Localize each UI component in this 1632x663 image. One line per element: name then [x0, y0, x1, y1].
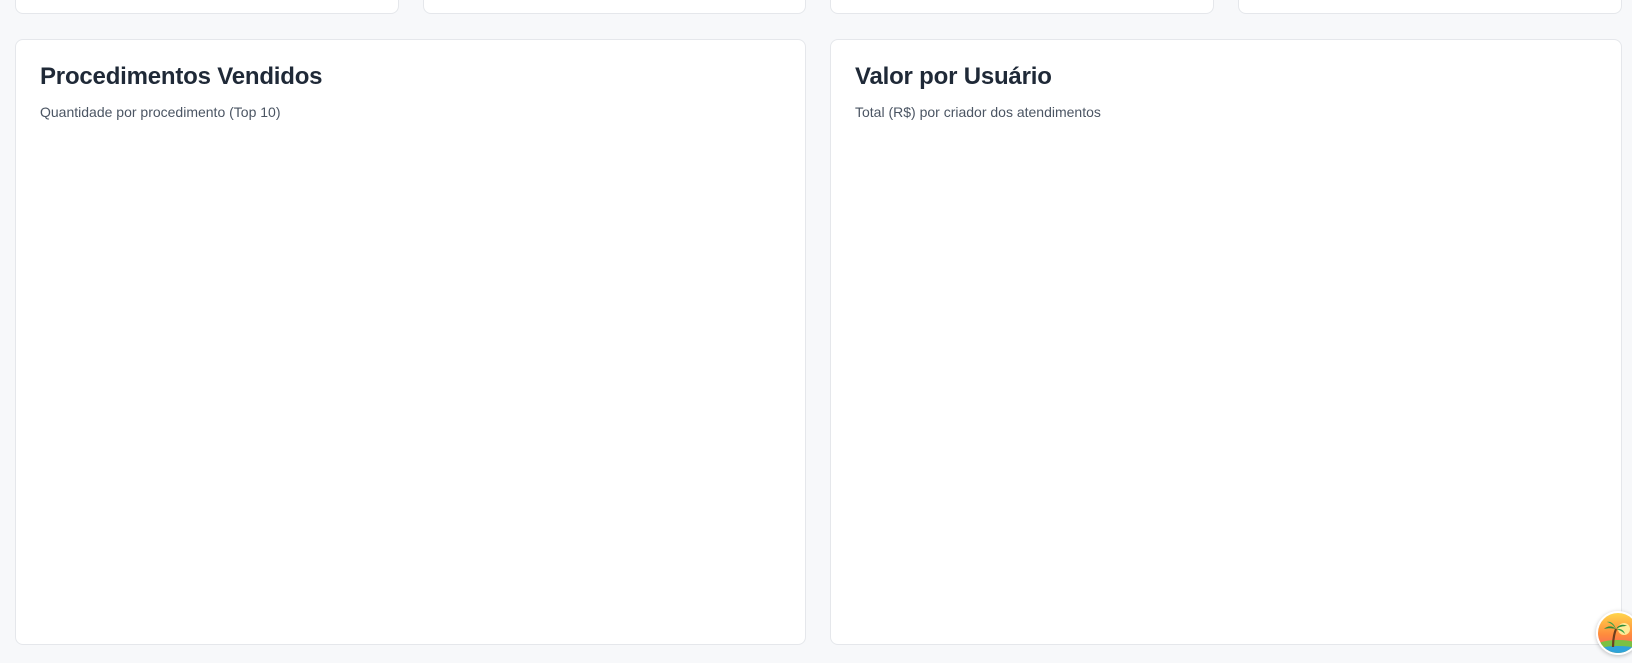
stat-card-1 — [15, 0, 399, 14]
stat-card-4 — [1238, 0, 1622, 14]
stat-card-2 — [423, 0, 806, 14]
stat-card-3 — [830, 0, 1214, 14]
panel-subtitle: Total (R$) por criador dos atendimentos — [855, 104, 1101, 120]
panel-title: Valor por Usuário — [855, 63, 1052, 90]
procedures-chart-area — [40, 140, 781, 624]
value-per-user-panel: Valor por Usuário Total (R$) por criador… — [830, 39, 1622, 645]
procedures-sold-panel: Procedimentos Vendidos Quantidade por pr… — [15, 39, 806, 645]
beach-palm-avatar-icon[interactable] — [1596, 611, 1632, 655]
panel-subtitle: Quantidade por procedimento (Top 10) — [40, 104, 281, 120]
dashboard-page: Procedimentos Vendidos Quantidade por pr… — [0, 0, 1632, 663]
value-per-user-chart-area — [855, 140, 1597, 624]
panel-title: Procedimentos Vendidos — [40, 63, 323, 90]
